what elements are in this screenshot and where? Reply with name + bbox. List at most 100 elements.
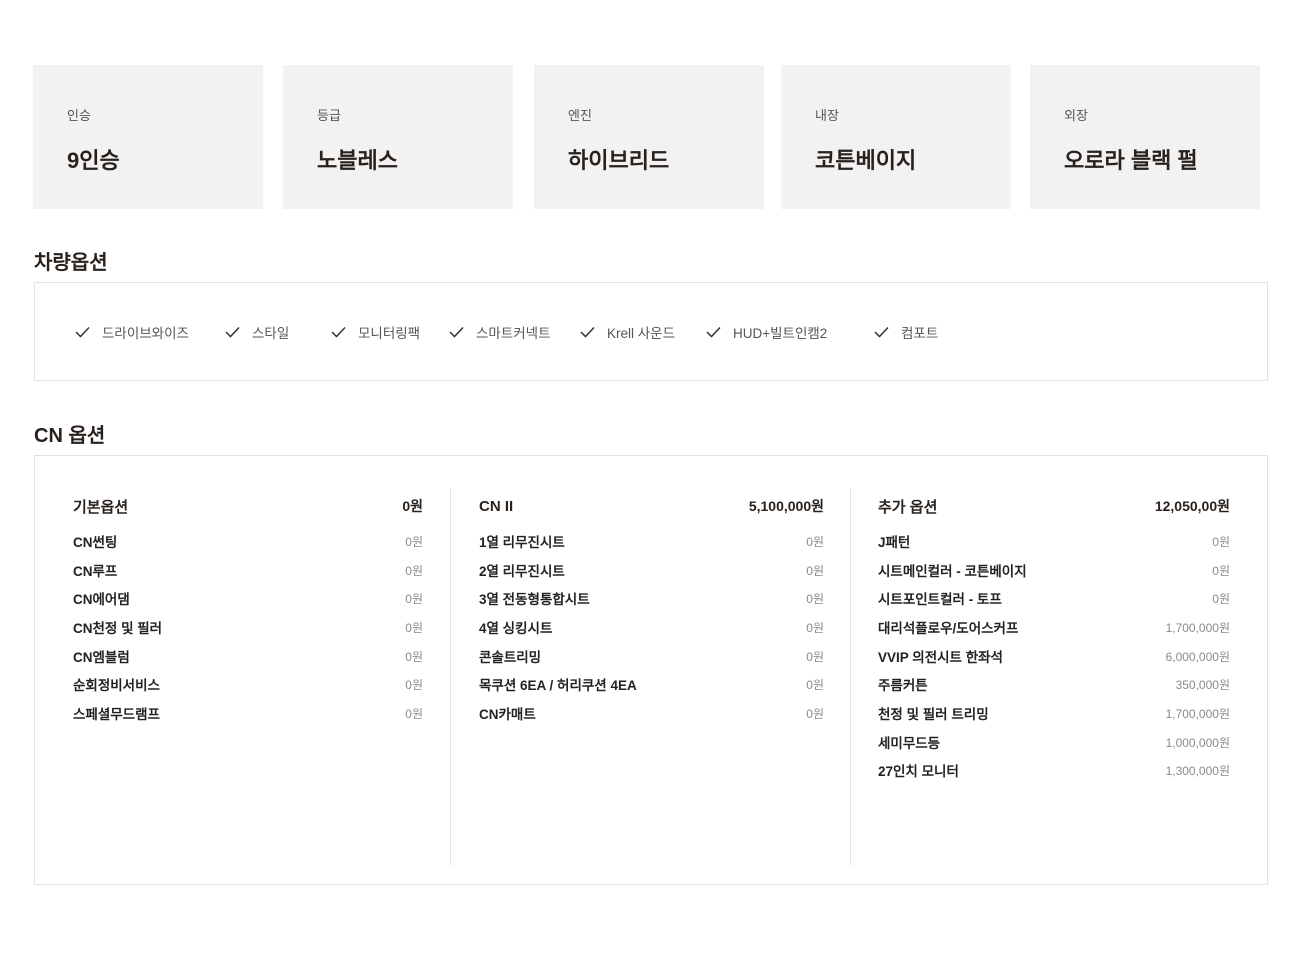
check-icon xyxy=(580,326,595,338)
option-row: CN에어댐 0원 xyxy=(73,588,423,608)
vehicle-option-item: 컴포트 xyxy=(874,322,938,342)
option-row: 4열 싱킹시트 0원 xyxy=(479,617,824,637)
vehicle-option-label: 드라이브와이즈 xyxy=(102,326,189,341)
option-name: VVIP 의전시트 한좌석 xyxy=(878,650,1003,665)
check-icon xyxy=(225,326,240,338)
option-row: CN천정 및 필러 0원 xyxy=(73,617,423,637)
vehicle-option-label: Krell 사운드 xyxy=(607,326,676,341)
option-name: 27인치 모니터 xyxy=(878,764,959,779)
spec-value: 코튼베이지 xyxy=(815,148,917,173)
check-icon xyxy=(874,326,889,338)
option-name: 스페셜무드램프 xyxy=(73,707,160,722)
option-row: 3열 전동형통합시트 0원 xyxy=(479,588,824,608)
option-row: 시트포인트컬러 - 토프 0원 xyxy=(878,588,1230,608)
option-price: 0원 xyxy=(806,677,824,692)
option-row: 스페셜무드램프 0원 xyxy=(73,703,423,723)
spec-label: 인승 xyxy=(67,108,91,123)
vehicle-options-title: 차량옵션 xyxy=(34,252,108,274)
option-row: CN루프 0원 xyxy=(73,560,423,580)
spec-card-engine: 엔진 하이브리드 xyxy=(534,65,764,209)
option-row: 주름커튼 350,000원 xyxy=(878,674,1230,694)
option-row: CN엠블럼 0원 xyxy=(73,646,423,666)
column-header: CN II 5,100,000원 xyxy=(479,496,824,516)
spec-card-passengers: 인승 9인승 xyxy=(33,65,263,209)
spec-value: 9인승 xyxy=(67,148,120,173)
spec-card-grade: 등급 노블레스 xyxy=(283,65,513,209)
spec-value: 오로라 블랙 펄 xyxy=(1064,148,1198,173)
option-price: 1,000,000원 xyxy=(1165,735,1230,750)
check-icon xyxy=(449,326,464,338)
vehicle-option-item: 스타일 xyxy=(225,322,289,342)
check-icon xyxy=(706,326,721,338)
option-price: 0원 xyxy=(1212,563,1230,578)
column-total: 5,100,000원 xyxy=(748,498,824,514)
option-name: 2열 리무진시트 xyxy=(479,564,565,579)
column-title: CN II xyxy=(479,497,514,515)
option-name: CN루프 xyxy=(73,564,118,579)
option-price: 1,700,000원 xyxy=(1165,706,1230,721)
spec-label: 내장 xyxy=(815,108,839,123)
column-total: 0원 xyxy=(402,498,423,514)
option-price: 0원 xyxy=(405,649,423,664)
spec-label: 엔진 xyxy=(568,108,592,123)
option-price: 1,300,000원 xyxy=(1165,763,1230,778)
option-name: 콘솔트리밍 xyxy=(479,650,542,665)
option-name: 4열 싱킹시트 xyxy=(479,621,553,636)
option-row: CN카매트 0원 xyxy=(479,703,824,723)
column-title: 기본옵션 xyxy=(73,498,129,516)
vehicle-options-box: 드라이브와이즈 스타일 모니터링팩 스마트커넥트 Krell 사운드 HUD+빌… xyxy=(34,282,1268,381)
cn-column-additional: 추가 옵션 12,050,00원 J패턴 0원 시트메인컬러 - 코튼베이지 0원 … xyxy=(878,488,1230,866)
option-name: 1열 리무진시트 xyxy=(479,535,565,550)
option-price: 0원 xyxy=(806,591,824,606)
option-price: 0원 xyxy=(806,706,824,721)
option-row: 천정 및 필러 트리밍 1,700,000원 xyxy=(878,703,1230,723)
vehicle-option-item: 모니터링팩 xyxy=(331,322,420,342)
option-price: 0원 xyxy=(1212,534,1230,549)
option-name: CN천정 및 필러 xyxy=(73,621,163,636)
option-price: 0원 xyxy=(405,620,423,635)
option-price: 350,000원 xyxy=(1175,677,1230,692)
option-name: 세미무드등 xyxy=(878,736,941,751)
check-icon xyxy=(331,326,346,338)
option-price: 0원 xyxy=(405,677,423,692)
option-row: 순회정비서비스 0원 xyxy=(73,674,423,694)
vehicle-option-label: HUD+빌트인캠2 xyxy=(733,326,828,341)
option-price: 0원 xyxy=(405,706,423,721)
option-name: 대리석플로우/도어스커프 xyxy=(878,621,1019,636)
option-row: 콘솔트리밍 0원 xyxy=(479,646,824,666)
option-price: 0원 xyxy=(1212,591,1230,606)
spec-label: 외장 xyxy=(1064,108,1088,123)
option-name: CN카매트 xyxy=(479,707,536,722)
option-row: VVIP 의전시트 한좌석 6,000,000원 xyxy=(878,646,1230,666)
option-name: 목쿠션 6EA / 허리쿠션 4EA xyxy=(479,678,637,693)
column-divider xyxy=(450,488,451,866)
option-price: 0원 xyxy=(806,620,824,635)
option-price: 0원 xyxy=(806,563,824,578)
column-divider xyxy=(850,488,851,866)
option-price: 0원 xyxy=(405,591,423,606)
cn-column-basic: 기본옵션 0원 CN썬팅 0원 CN루프 0원 CN에어댐 0원 CN천정 및 필러 0… xyxy=(73,488,423,866)
option-price: 0원 xyxy=(806,534,824,549)
option-row: 목쿠션 6EA / 허리쿠션 4EA 0원 xyxy=(479,674,824,694)
vehicle-option-label: 컴포트 xyxy=(901,326,939,341)
option-row: J패턴 0원 xyxy=(878,531,1230,551)
option-row: 27인치 모니터 1,300,000원 xyxy=(878,760,1230,780)
spec-value: 노블레스 xyxy=(317,148,398,173)
column-title: 추가 옵션 xyxy=(878,498,938,516)
check-icon xyxy=(75,326,90,338)
option-name: 주름커튼 xyxy=(878,678,928,693)
option-name: CN엠블럼 xyxy=(73,650,130,665)
option-row: 2열 리무진시트 0원 xyxy=(479,560,824,580)
option-name: CN에어댐 xyxy=(73,592,130,607)
option-name: 시트포인트컬러 - 토프 xyxy=(878,592,1002,607)
cn-column-cn2: CN II 5,100,000원 1열 리무진시트 0원 2열 리무진시트 0원 3… xyxy=(479,488,824,866)
column-total: 12,050,00원 xyxy=(1154,498,1230,514)
vehicle-option-item: 스마트커넥트 xyxy=(449,322,551,342)
option-row: CN썬팅 0원 xyxy=(73,531,423,551)
option-name: 시트메인컬러 - 코튼베이지 xyxy=(878,564,1027,579)
option-price: 0원 xyxy=(806,649,824,664)
column-header: 추가 옵션 12,050,00원 xyxy=(878,496,1230,516)
spec-label: 등급 xyxy=(317,108,341,123)
option-row: 1열 리무진시트 0원 xyxy=(479,531,824,551)
vehicle-option-label: 모니터링팩 xyxy=(358,326,421,341)
